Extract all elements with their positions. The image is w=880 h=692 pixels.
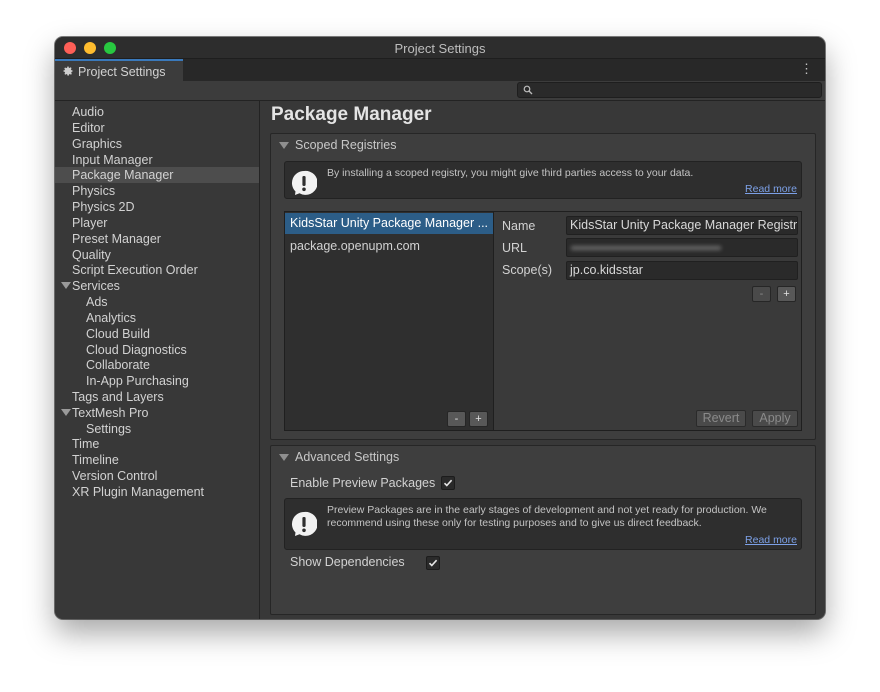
sidebar-item-analytics[interactable]: Analytics xyxy=(55,310,259,326)
sidebar-item-tags-and-layers[interactable]: Tags and Layers xyxy=(55,389,259,405)
warning-text: By installing a scoped registry, you mig… xyxy=(327,167,694,179)
remove-scope-button[interactable]: - xyxy=(752,286,771,302)
expand-arrow-icon[interactable] xyxy=(61,409,71,416)
foldout-arrow-icon xyxy=(279,453,289,461)
section-title: Advanced Settings xyxy=(295,450,400,464)
sidebar-item-editor[interactable]: Editor xyxy=(55,120,259,136)
sidebar-item-physics[interactable]: Physics xyxy=(55,183,259,199)
sidebar-item-quality[interactable]: Quality xyxy=(55,247,259,263)
expand-arrow-icon[interactable] xyxy=(61,282,71,289)
checkmark-icon xyxy=(428,559,438,567)
page-title: Package Manager xyxy=(271,104,432,125)
name-label: Name xyxy=(502,219,536,233)
sidebar-item-time[interactable]: Time xyxy=(55,436,259,452)
sidebar-item-version-control[interactable]: Version Control xyxy=(55,468,259,484)
gear-icon xyxy=(62,65,74,80)
sidebar-item-label: Services xyxy=(72,279,120,293)
settings-sidebar: Audio Editor Graphics Input Manager Pack… xyxy=(55,101,260,619)
revert-button[interactable]: Revert xyxy=(696,410,746,427)
warning-icon xyxy=(292,170,317,195)
enable-preview-packages-checkbox[interactable] xyxy=(441,476,455,490)
preview-info-text: Preview Packages are in the early stages… xyxy=(327,504,767,529)
sidebar-item-graphics[interactable]: Graphics xyxy=(55,136,259,152)
checkmark-icon xyxy=(443,479,453,487)
sidebar-item-player[interactable]: Player xyxy=(55,215,259,231)
scope-field[interactable]: jp.co.kidsstar xyxy=(566,261,798,280)
sidebar-item-timeline[interactable]: Timeline xyxy=(55,452,259,468)
scoped-registry-warning: By installing a scoped registry, you mig… xyxy=(284,161,802,199)
registry-item-openupm[interactable]: package.openupm.com xyxy=(285,236,493,257)
add-scope-button[interactable]: + xyxy=(777,286,796,302)
search-bar xyxy=(55,81,825,101)
url-field[interactable] xyxy=(566,238,798,257)
sidebar-item-ads[interactable]: Ads xyxy=(55,294,259,310)
enable-preview-packages-label: Enable Preview Packages xyxy=(290,476,436,490)
sidebar-item-script-execution-order[interactable]: Script Execution Order xyxy=(55,262,259,278)
scoped-registries-foldout[interactable]: Scoped Registries xyxy=(279,138,396,152)
read-more-link[interactable]: Read more xyxy=(745,534,797,547)
registry-details: Name KidsStar Unity Package Manager Regi… xyxy=(494,211,802,431)
sidebar-item-label: TextMesh Pro xyxy=(72,406,149,420)
sidebar-item-in-app-purchasing[interactable]: In-App Purchasing xyxy=(55,373,259,389)
sidebar-item-xr-plugin-management[interactable]: XR Plugin Management xyxy=(55,484,259,500)
sidebar-item-cloud-build[interactable]: Cloud Build xyxy=(55,326,259,342)
foldout-arrow-icon xyxy=(279,141,289,149)
advanced-settings-foldout[interactable]: Advanced Settings xyxy=(279,450,399,464)
sidebar-item-services[interactable]: Services xyxy=(55,278,259,294)
sidebar-item-textmesh-settings[interactable]: Settings xyxy=(55,421,259,437)
search-input[interactable] xyxy=(517,82,822,98)
name-field[interactable]: KidsStar Unity Package Manager Registr xyxy=(566,216,798,235)
sidebar-item-input-manager[interactable]: Input Manager xyxy=(55,152,259,168)
tab-project-settings[interactable]: Project Settings xyxy=(55,59,183,81)
sidebar-item-audio[interactable]: Audio xyxy=(55,104,259,120)
show-dependencies-label: Show Dependencies xyxy=(290,555,405,569)
add-registry-button[interactable]: + xyxy=(469,411,488,427)
window-title: Project Settings xyxy=(394,41,486,56)
section-title: Scoped Registries xyxy=(295,138,397,152)
advanced-settings-section: Advanced Settings Enable Preview Package… xyxy=(270,445,816,615)
sidebar-item-preset-manager[interactable]: Preset Manager xyxy=(55,231,259,247)
sidebar-item-collaborate[interactable]: Collaborate xyxy=(55,357,259,373)
settings-content: Package Manager Scoped Registries By ins… xyxy=(261,101,825,619)
read-more-link[interactable]: Read more xyxy=(745,183,797,196)
remove-registry-button[interactable]: - xyxy=(447,411,466,427)
sidebar-item-physics-2d[interactable]: Physics 2D xyxy=(55,199,259,215)
scopes-label: Scope(s) xyxy=(502,263,553,277)
more-options-icon[interactable]: ⋮ xyxy=(800,62,813,76)
url-label: URL xyxy=(502,241,528,255)
warning-icon xyxy=(292,511,317,536)
redacted-url xyxy=(571,246,721,250)
title-bar: Project Settings xyxy=(55,37,825,59)
project-settings-window: Project Settings Project Settings ⋮ Audi… xyxy=(55,37,825,619)
search-icon xyxy=(523,85,533,95)
preview-packages-info: Preview Packages are in the early stages… xyxy=(284,498,802,550)
scoped-registries-section: Scoped Registries By installing a scoped… xyxy=(270,133,816,440)
sidebar-item-cloud-diagnostics[interactable]: Cloud Diagnostics xyxy=(55,342,259,358)
tab-bar: Project Settings ⋮ xyxy=(55,59,825,81)
sidebar-item-textmesh-pro[interactable]: TextMesh Pro xyxy=(55,405,259,421)
apply-button[interactable]: Apply xyxy=(752,410,798,427)
sidebar-item-package-manager[interactable]: Package Manager xyxy=(55,167,259,183)
registry-list: KidsStar Unity Package Manager ... packa… xyxy=(284,211,494,431)
registry-item-kidsstar[interactable]: KidsStar Unity Package Manager ... xyxy=(285,213,493,234)
show-dependencies-checkbox[interactable] xyxy=(426,556,440,570)
tab-label: Project Settings xyxy=(78,65,166,79)
